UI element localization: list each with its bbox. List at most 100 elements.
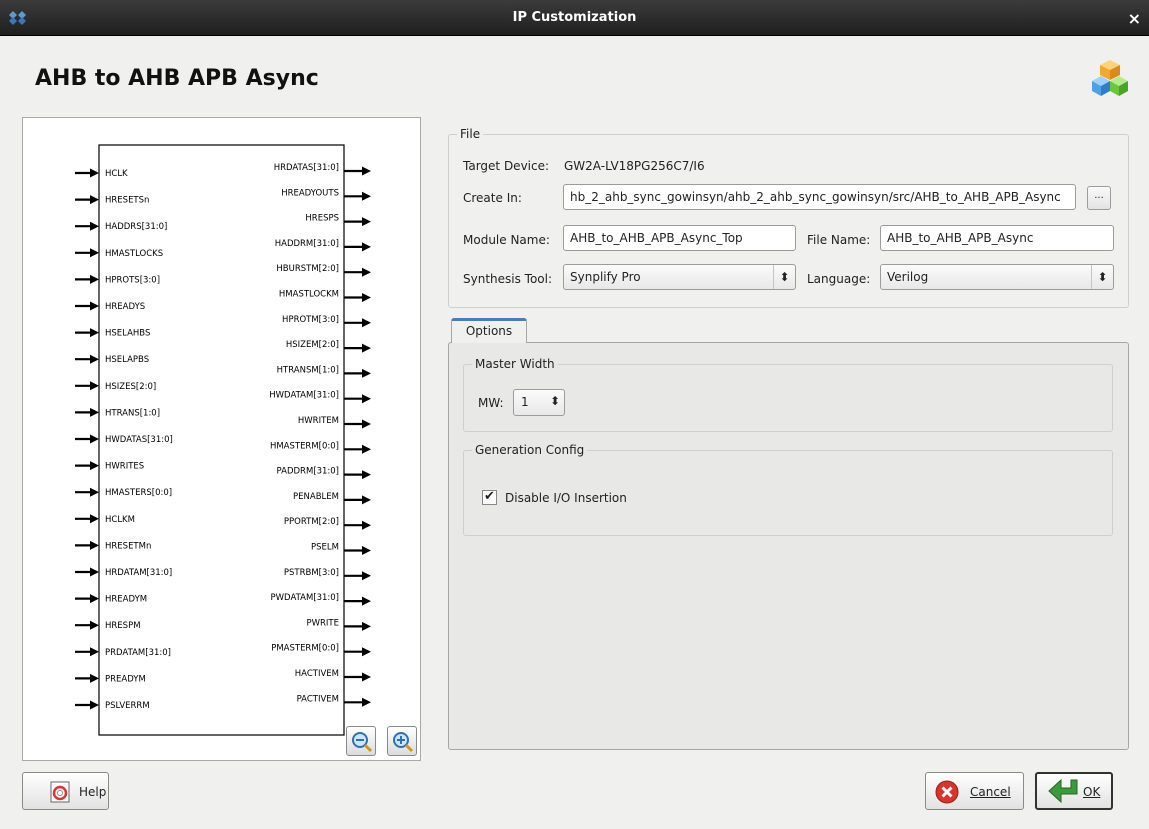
input-pin: HADDRS[31:0]: [75, 221, 167, 232]
language-select[interactable]: Verilog ⬍: [880, 264, 1114, 290]
master-width-legend: Master Width: [472, 357, 558, 371]
output-pin-label: PENABLEM: [293, 492, 339, 502]
output-pin-label: HMASTERM[0:0]: [270, 441, 339, 451]
file-name-label: File Name:: [807, 233, 871, 247]
input-pin-label: HRESETSn: [105, 196, 149, 206]
input-pin: HRESETMn: [75, 540, 151, 551]
close-icon[interactable]: ×: [1128, 9, 1141, 28]
input-pin: HTRANS[1:0]: [75, 407, 160, 418]
output-pin-label: HRDATAS[31:0]: [274, 163, 339, 173]
output-pin-label: HPROTM[3:0]: [282, 315, 339, 325]
input-pin-label: HCLKM: [105, 515, 135, 525]
help-button[interactable]: Help: [22, 772, 109, 810]
input-pin: PRDATAM[31:0]: [75, 647, 171, 658]
input-pin-label: HPROTS[3:0]: [105, 275, 160, 285]
generation-config-legend: Generation Config: [472, 443, 588, 457]
output-pin-label: PWRITE: [306, 618, 339, 628]
zoom-in-button[interactable]: [387, 726, 417, 756]
input-pin: HREADYS: [75, 301, 145, 312]
input-pin: HMASTERS[0:0]: [75, 487, 172, 498]
output-pin-label: PSTRBM[3:0]: [284, 568, 339, 578]
input-pin-label: HRESETMn: [105, 541, 151, 551]
input-pin: PSLVERRM: [75, 700, 150, 711]
input-pin: HPROTS[3:0]: [75, 274, 160, 285]
module-name-field[interactable]: AHB_to_AHB_APB_Async_Top: [563, 225, 796, 251]
file-name-field[interactable]: AHB_to_AHB_APB_Async: [880, 225, 1114, 251]
input-pin: HRESPM: [75, 620, 141, 631]
zoom-out-button[interactable]: [346, 726, 376, 756]
ok-label: OK: [1083, 785, 1101, 799]
mw-spinner[interactable]: 1 ⬍: [513, 389, 565, 416]
target-device-value: GW2A-LV18PG256C7/I6: [564, 159, 705, 173]
output-pin-label: HMASTLOCKM: [279, 290, 339, 300]
output-pin-label: PWDATAM[31:0]: [271, 593, 339, 603]
input-pin: HSELAPBS: [75, 354, 149, 365]
input-pin-label: PREADYM: [105, 674, 146, 684]
input-pin: HSELAHBS: [75, 328, 150, 339]
input-pin-label: HMASTLOCKS: [105, 249, 163, 259]
cancel-button[interactable]: Cancel: [925, 772, 1024, 810]
zoom-in-icon: [393, 732, 414, 753]
output-pin-label: HSIZEM[2:0]: [286, 340, 339, 350]
cancel-icon: [935, 780, 959, 804]
tab-options[interactable]: Options: [451, 318, 527, 343]
input-pin-label: HTRANS[1:0]: [105, 408, 160, 418]
output-pin-label: HACTIVEM: [295, 669, 339, 679]
output-pin-label: HWDATAM[31:0]: [269, 391, 339, 401]
input-pin-label: HREADYS: [105, 302, 145, 312]
input-pin-label: HADDRS[31:0]: [105, 222, 167, 232]
input-pin: PREADYM: [75, 673, 146, 684]
input-pin-label: HSELAHBS: [105, 329, 150, 339]
input-pin: HCLKM: [75, 514, 135, 525]
mw-label: MW:: [478, 396, 504, 410]
updown-arrows-icon: ⬍: [549, 394, 560, 408]
output-pin-label: HREADYOUTS: [281, 188, 339, 198]
target-device-label: Target Device:: [463, 159, 550, 173]
ok-arrow-icon: [1048, 778, 1078, 804]
check-icon: ✔: [484, 489, 495, 504]
input-pin: HREADYM: [75, 594, 147, 605]
output-pin-label: HWRITEM: [298, 416, 339, 426]
output-pin-label: HBURSTM[2:0]: [276, 264, 339, 274]
zoom-out-icon: [352, 732, 373, 753]
ip-cubes-icon: [1092, 60, 1128, 96]
block-diagram-canvas: HCLK HRESETSn HADDRS[31:0] HMASTLOCKS HPROTS…: [75, 144, 371, 736]
input-pin-label: HREADYM: [105, 595, 147, 605]
input-pin-label: HRDATAM[31:0]: [105, 568, 172, 578]
window-titlebar: IP Customization ×: [0, 0, 1149, 36]
input-pin: HRESETSn: [75, 195, 149, 206]
create-in-label: Create In:: [463, 191, 522, 205]
input-pin-label: HMASTERS[0:0]: [105, 488, 172, 498]
create-in-field[interactable]: hb_2_ahb_sync_gowinsyn/ahb_2_ahb_sync_go…: [563, 184, 1076, 210]
input-pin-label: PRDATAM[31:0]: [105, 648, 171, 658]
file-group-legend: File: [457, 127, 484, 141]
language-value: Verilog: [887, 270, 929, 284]
ok-button[interactable]: OK: [1035, 772, 1113, 810]
input-pin: HSIZES[2:0]: [75, 381, 156, 392]
output-pin-label: HRESPS: [305, 214, 339, 224]
help-label: Help: [79, 785, 107, 799]
input-pin: HWDATAS[31:0]: [75, 434, 173, 445]
mw-value: 1: [521, 395, 529, 409]
ip-block-diagram: HCLK HRESETSn HADDRS[31:0] HMASTLOCKS HPROTS…: [22, 117, 421, 761]
input-pin-label: PSLVERRM: [105, 701, 150, 711]
synthesis-tool-label: Synthesis Tool:: [463, 272, 553, 286]
module-name-label: Module Name:: [463, 233, 550, 247]
browse-button[interactable]: ...: [1087, 186, 1111, 210]
output-pin-label: PADDRM[31:0]: [277, 467, 339, 477]
output-pin-label: HADDRM[31:0]: [275, 239, 339, 249]
disable-io-checkbox[interactable]: ✔: [482, 490, 497, 505]
input-pin: HWRITES: [75, 461, 144, 472]
output-pin-label: PPORTM[2:0]: [284, 517, 339, 527]
disable-io-label[interactable]: Disable I/O Insertion: [505, 491, 627, 505]
input-pin-label: HSIZES[2:0]: [105, 382, 156, 392]
output-pin-label: PACTIVEM: [297, 694, 339, 704]
input-pin: HMASTLOCKS: [75, 248, 163, 259]
input-pin-label: HWDATAS[31:0]: [105, 435, 173, 445]
language-label: Language:: [807, 272, 871, 286]
input-pin: HRDATAM[31:0]: [75, 567, 172, 578]
synthesis-tool-select[interactable]: Synplify Pro ⬍: [563, 264, 796, 290]
synthesis-tool-value: Synplify Pro: [570, 270, 641, 284]
updown-arrows-icon: ⬍: [1091, 265, 1113, 289]
input-pin-label: HSELAPBS: [105, 355, 149, 365]
